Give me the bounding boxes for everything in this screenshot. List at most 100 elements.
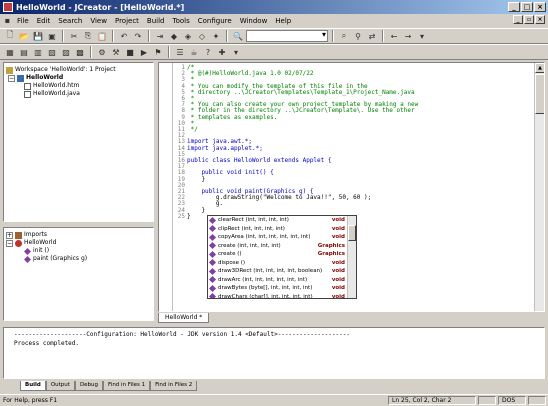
fileview-icon[interactable]: ▤	[18, 46, 30, 58]
find-next-icon[interactable]: ⌕	[338, 30, 350, 42]
find-icon[interactable]: 🔍	[232, 30, 244, 42]
line-text: * templates as examples.	[187, 113, 278, 121]
menu-help[interactable]: Help	[272, 17, 294, 25]
save-icon[interactable]: 💾	[32, 30, 44, 42]
forward-icon[interactable]: →	[402, 30, 414, 42]
find-combo[interactable]	[246, 30, 328, 42]
tab-debug[interactable]: Debug	[74, 381, 104, 391]
clear-bookmarks-icon[interactable]: ✦	[210, 30, 222, 42]
line-text: public class HelloWorld extends Applet {	[187, 157, 332, 165]
bookmark-icon[interactable]: ◆	[168, 30, 180, 42]
compile-project-icon[interactable]: ⚒	[110, 46, 122, 58]
completion-item[interactable]: clearRect (int, int, int, int) void	[208, 216, 356, 225]
line-number: 25	[177, 212, 185, 220]
compile-file-icon[interactable]: ⚙	[96, 46, 108, 58]
tab-helloworld[interactable]: HelloWorld *	[158, 313, 210, 323]
redo-icon[interactable]: ↷	[132, 30, 144, 42]
doc-menu-icon[interactable]: ▪	[3, 16, 12, 25]
workspace-icon[interactable]: ▦	[4, 46, 16, 58]
class-node[interactable]: − HelloWorld	[6, 239, 151, 247]
completion-return-type: void	[331, 217, 345, 224]
completion-name: drawChars (char[], int, int, int, int)	[218, 293, 313, 299]
editor-vertical-scrollbar[interactable]: ▲	[534, 63, 544, 311]
maximize-button[interactable]: □	[521, 2, 533, 12]
collapse-icon[interactable]: −	[8, 74, 15, 82]
code-text[interactable]: 1/* 2 * @(#)HelloWorld.java 1.0 02/07/22 3…	[173, 64, 418, 220]
menu-edit[interactable]: Edit	[34, 17, 54, 25]
class-wizard-icon[interactable]: ✚	[216, 46, 228, 58]
method-node-init[interactable]: init ()	[6, 247, 151, 255]
execute-icon[interactable]: ▶	[138, 46, 150, 58]
completion-name: drawBytes (byte[], int, int, int, int)	[218, 285, 313, 292]
workspace-root[interactable]: Workspace 'HelloWorld': 1 Project	[6, 66, 151, 74]
menu-window[interactable]: Window	[237, 17, 271, 25]
doc-close-button[interactable]: ×	[535, 15, 545, 24]
close-button[interactable]: ×	[534, 2, 546, 12]
completion-return-type: void	[331, 285, 345, 292]
tab-output[interactable]: Output	[45, 381, 75, 391]
undo-icon[interactable]: ↶	[118, 30, 130, 42]
minimize-button[interactable]: _	[508, 2, 520, 12]
tab-find-in-files-2[interactable]: Find in Files 2	[150, 381, 198, 391]
open-folder-icon[interactable]: 📂	[18, 30, 30, 42]
find-in-files-icon[interactable]: ⚲	[352, 30, 364, 42]
tab-build[interactable]: Build	[20, 381, 46, 391]
completion-item[interactable]: create () Graphics	[208, 250, 356, 259]
menu-search[interactable]: Search	[55, 17, 85, 25]
copy-icon[interactable]: ⎘	[82, 30, 94, 42]
project-settings-icon[interactable]: ☰	[174, 46, 186, 58]
project-node[interactable]: − HelloWorld	[6, 74, 151, 82]
back-icon[interactable]: ←	[388, 30, 400, 42]
code-line[interactable]: 5 * directory ..\JCreator\Templates\Temp…	[173, 89, 418, 96]
completion-name: draw3DRect (int, int, int, int, boolean)	[218, 268, 323, 275]
menu-file[interactable]: File	[14, 17, 32, 25]
tab-find-in-files-1[interactable]: Find in Files 1	[103, 381, 151, 391]
imports-node[interactable]: + Imports	[6, 231, 151, 239]
scroll-up-icon[interactable]: ▲	[535, 63, 544, 73]
completion-item[interactable]: drawArc (int, int, int, int, int, int) vo…	[208, 276, 356, 285]
completion-item[interactable]: drawBytes (byte[], int, int, int, int) vo…	[208, 284, 356, 293]
save-all-icon[interactable]: ▣	[46, 30, 58, 42]
doc-minimize-button[interactable]: _	[513, 15, 523, 24]
replace-icon[interactable]: ⇄	[366, 30, 378, 42]
next-bookmark-icon[interactable]: ◈	[182, 30, 194, 42]
class-icon	[15, 239, 22, 247]
cut-icon[interactable]: ✂	[68, 30, 80, 42]
indent-icon[interactable]: ⇥	[154, 30, 166, 42]
debug-icon[interactable]: ⚑	[152, 46, 164, 58]
file-node-java[interactable]: HelloWorld.java	[6, 90, 151, 98]
expand-icon[interactable]: +	[6, 231, 13, 239]
menu-configure[interactable]: Configure	[195, 17, 235, 25]
status-bar: For Help, press F1 Ln 25, Col 2, Char 2 …	[0, 394, 548, 406]
completion-item[interactable]: clipRect (int, int, int, int) void	[208, 225, 356, 234]
completion-item[interactable]: copyArea (int, int, int, int, int, int) v…	[208, 233, 356, 242]
menu-project[interactable]: Project	[112, 17, 142, 25]
doc-restore-button[interactable]: ▫	[524, 15, 534, 24]
help-icon[interactable]: ?	[202, 46, 214, 58]
completion-item[interactable]: draw3DRect (int, int, int, int, boolean)…	[208, 267, 356, 276]
output-icon[interactable]: ▥	[32, 46, 44, 58]
completion-item[interactable]: create (int, int, int, int) Graphics	[208, 242, 356, 251]
scroll-thumb[interactable]	[535, 74, 544, 114]
stop-build-icon[interactable]: ■	[124, 46, 136, 58]
windows-icon[interactable]: ▩	[74, 46, 86, 58]
jdk-icon[interactable]: ☕	[188, 46, 200, 58]
file-node-htm[interactable]: HelloWorld.htm	[6, 82, 151, 90]
paste-icon[interactable]: 📋	[96, 30, 108, 42]
completion-item[interactable]: drawChars (char[], int, int, int, int) vo…	[208, 293, 356, 299]
prev-bookmark-icon[interactable]: ◇	[196, 30, 208, 42]
completion-item[interactable]: dispose () void	[208, 259, 356, 268]
toolbar-more-icon[interactable]: ▾	[416, 30, 428, 42]
toggle-panel-icon[interactable]: ▧	[46, 46, 58, 58]
line-text: }	[187, 212, 191, 220]
collapse-icon[interactable]: −	[6, 239, 13, 247]
new-file-icon[interactable]: 🗋	[4, 30, 16, 42]
menu-tools[interactable]: Tools	[170, 17, 193, 25]
code-completion-popup[interactable]: clearRect (int, int, int, int) void clipRe…	[207, 215, 357, 299]
menu-view[interactable]: View	[87, 17, 110, 25]
method-node-paint[interactable]: paint (Graphics g)	[6, 255, 151, 263]
menu-build[interactable]: Build	[144, 17, 168, 25]
method-icon	[208, 225, 217, 233]
toolbar2-more-icon[interactable]: ▾	[230, 46, 242, 58]
fullscreen-icon[interactable]: ▨	[60, 46, 72, 58]
